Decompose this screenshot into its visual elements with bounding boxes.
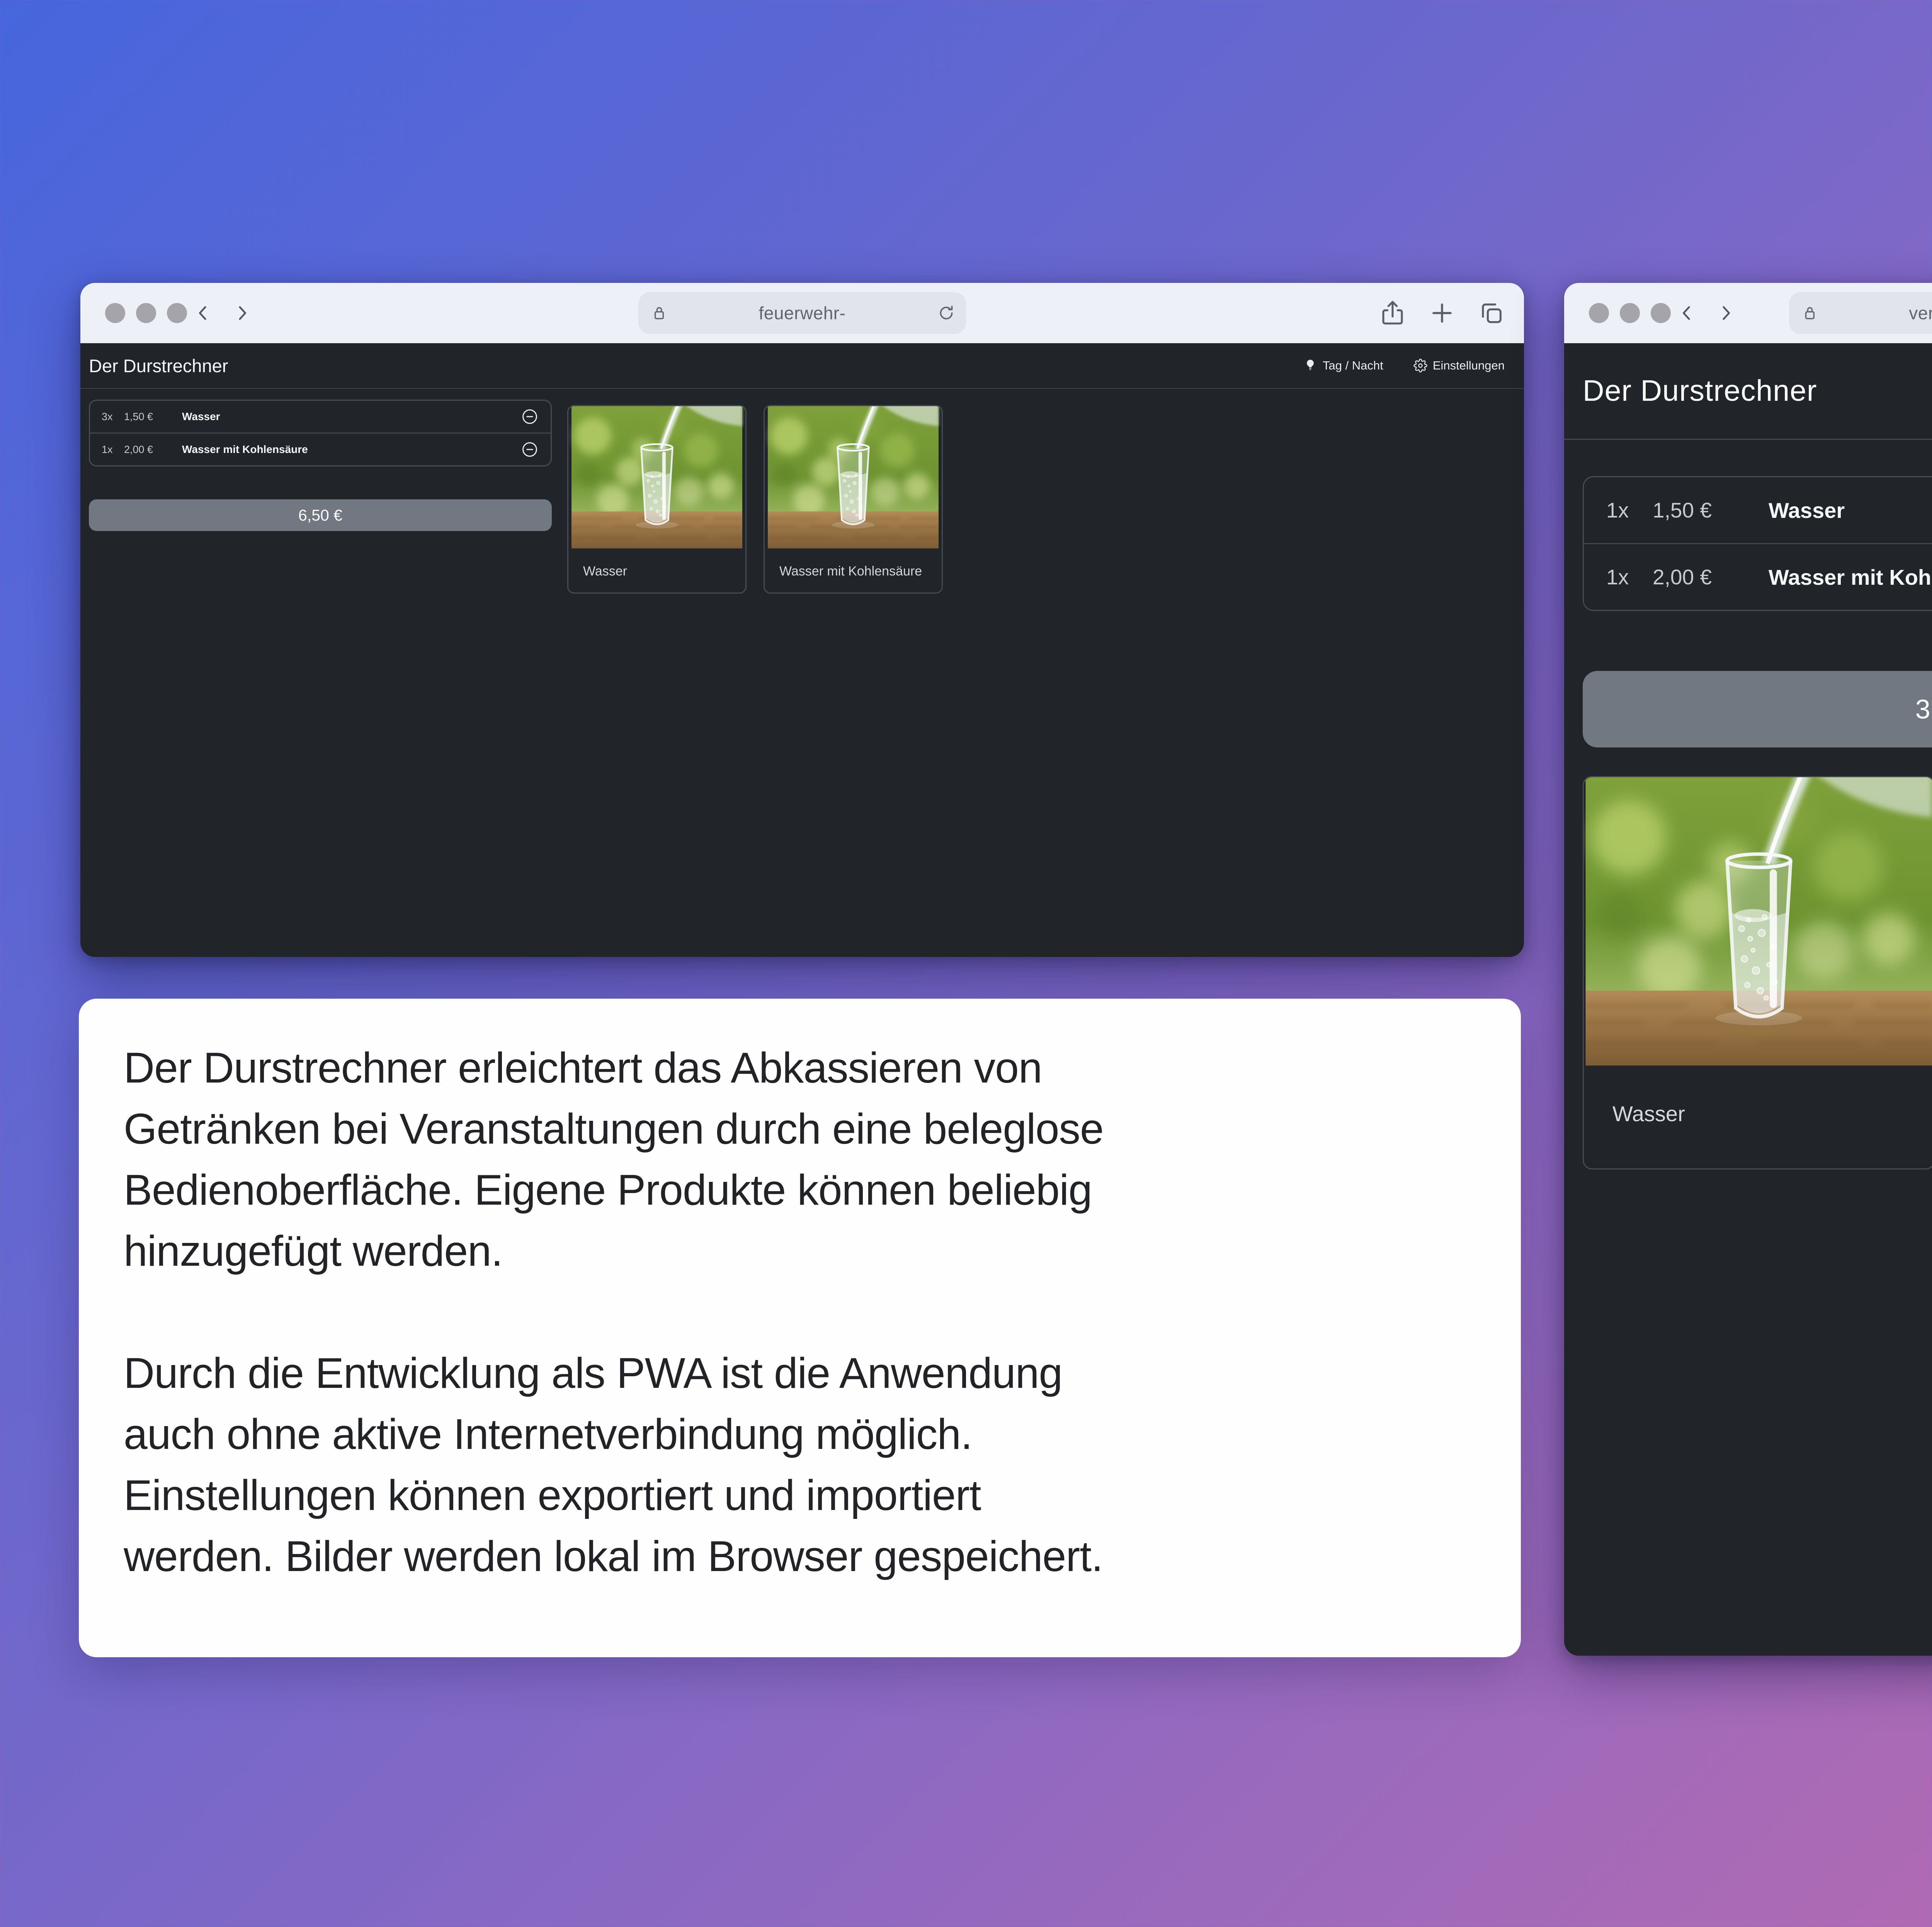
durstrechner-app-mobile: Der Durstrechner 1x 1,50 € Wasser 1x 2,0… bbox=[1564, 343, 1932, 1656]
browser-toolbar: feuerwehr- bbox=[80, 283, 1524, 343]
app-title: Der Durstrechner bbox=[1583, 374, 1817, 408]
window-controls bbox=[1589, 283, 1671, 343]
cart-row: 3x 1,50 € Wasser bbox=[90, 401, 551, 432]
product-image-water bbox=[568, 406, 745, 548]
remove-item-button[interactable] bbox=[520, 440, 539, 459]
cart-row: 1x 2,00 € Wasser mit Kohlensäure bbox=[90, 432, 551, 465]
address-bar[interactable]: vercel.com bbox=[1789, 292, 1932, 334]
lock-icon bbox=[650, 304, 668, 322]
close-window-button[interactable] bbox=[105, 303, 125, 323]
item-name: Wasser mit Kohlensäure bbox=[182, 443, 520, 456]
product-image-water bbox=[1584, 777, 1932, 1066]
share-icon[interactable] bbox=[1379, 299, 1406, 327]
product-card-wasser[interactable]: Wasser bbox=[1583, 776, 1932, 1169]
gear-icon bbox=[1413, 359, 1427, 373]
cart-row: 1x 1,50 € Wasser bbox=[1584, 477, 1932, 543]
presentation-canvas: { "background": { "gradient_colors": ["#… bbox=[0, 0, 1932, 1927]
reload-icon[interactable] bbox=[937, 303, 956, 323]
forward-icon[interactable] bbox=[1715, 302, 1737, 324]
close-window-button[interactable] bbox=[1589, 303, 1609, 323]
product-card-wasser-mit-kohlensaeure[interactable]: Wasser mit Kohlensäure bbox=[764, 405, 943, 594]
tab-overview-icon[interactable] bbox=[1478, 299, 1505, 327]
toolbar-actions bbox=[1379, 283, 1505, 343]
item-price: 1,50 € bbox=[1653, 498, 1769, 523]
back-icon[interactable] bbox=[1675, 302, 1698, 324]
project-description-card: Der Durstrechner erleichtert das Abkassi… bbox=[79, 999, 1521, 1657]
minus-circle-icon bbox=[520, 407, 539, 426]
window-controls bbox=[105, 283, 187, 343]
minus-circle-icon bbox=[520, 440, 539, 459]
day-night-toggle-button[interactable]: Tag / Nacht bbox=[1301, 358, 1386, 373]
browser-toolbar: vercel.com bbox=[1564, 283, 1932, 343]
minimize-window-button[interactable] bbox=[1620, 303, 1640, 323]
item-price: 2,00 € bbox=[1653, 565, 1769, 589]
nav-buttons bbox=[1675, 283, 1737, 343]
product-image-water bbox=[765, 406, 942, 548]
back-icon[interactable] bbox=[192, 302, 214, 324]
address-bar[interactable]: feuerwehr- bbox=[638, 292, 966, 334]
day-night-label: Tag / Nacht bbox=[1323, 359, 1383, 373]
app-title: Der Durstrechner bbox=[89, 355, 228, 376]
description-paragraph-2: Durch die Entwicklung als PWA ist die An… bbox=[124, 1343, 1476, 1587]
settings-label: Einstellungen bbox=[1433, 359, 1505, 373]
settings-button[interactable]: Einstellungen bbox=[1411, 358, 1507, 373]
item-quantity: 1x bbox=[1606, 498, 1653, 523]
description-paragraph-1: Der Durstrechner erleichtert das Abkassi… bbox=[124, 1037, 1476, 1282]
total-checkout-button[interactable]: 6,50 € bbox=[89, 499, 552, 531]
lightbulb-icon bbox=[1303, 359, 1317, 373]
lock-icon bbox=[1801, 304, 1819, 322]
item-price: 1,50 € bbox=[124, 411, 182, 423]
remove-item-button[interactable] bbox=[520, 407, 539, 426]
nav-buttons bbox=[192, 283, 253, 343]
browser-window-desktop: feuerwehr- Der Durstrechner Tag / Nacht … bbox=[80, 283, 1524, 957]
item-name: Wasser bbox=[1769, 498, 1932, 523]
product-card-wasser[interactable]: Wasser bbox=[567, 405, 747, 594]
total-checkout-button[interactable]: 3,50 € bbox=[1583, 671, 1932, 747]
minimize-window-button[interactable] bbox=[136, 303, 156, 323]
cart-row: 1x 2,00 € Wasser mit Kohlensäure bbox=[1584, 543, 1932, 610]
product-name: Wasser bbox=[568, 548, 745, 579]
item-price: 2,00 € bbox=[124, 444, 182, 456]
item-quantity: 3x bbox=[102, 411, 124, 423]
item-name: Wasser mit Kohlensäure bbox=[1769, 565, 1932, 590]
new-tab-icon[interactable] bbox=[1428, 299, 1456, 327]
item-name: Wasser bbox=[182, 410, 520, 423]
forward-icon[interactable] bbox=[231, 302, 253, 324]
cart-list: 3x 1,50 € Wasser 1x 2,00 € Wasser mit Ko… bbox=[89, 400, 552, 466]
product-name: Wasser mit Kohlensäure bbox=[765, 548, 942, 579]
header-actions: Tag / Nacht Einstellungen bbox=[1301, 358, 1507, 373]
zoom-window-button[interactable] bbox=[167, 303, 187, 323]
zoom-window-button[interactable] bbox=[1651, 303, 1671, 323]
item-quantity: 1x bbox=[1606, 565, 1653, 589]
item-quantity: 1x bbox=[102, 444, 124, 456]
url-text: vercel.com bbox=[1909, 303, 1932, 323]
url-text: feuerwehr- bbox=[759, 303, 846, 323]
product-name: Wasser bbox=[1584, 1066, 1932, 1126]
app-header: Der Durstrechner Tag / Nacht Einstellung… bbox=[80, 343, 1524, 389]
durstrechner-app-desktop: Der Durstrechner Tag / Nacht Einstellung… bbox=[80, 343, 1524, 957]
browser-window-mobile: vercel.com Der Durstrechner 1x 1, bbox=[1564, 283, 1932, 1656]
app-header: Der Durstrechner bbox=[1564, 343, 1932, 440]
cart-list: 1x 1,50 € Wasser 1x 2,00 € Wasser mit Ko… bbox=[1583, 476, 1932, 611]
